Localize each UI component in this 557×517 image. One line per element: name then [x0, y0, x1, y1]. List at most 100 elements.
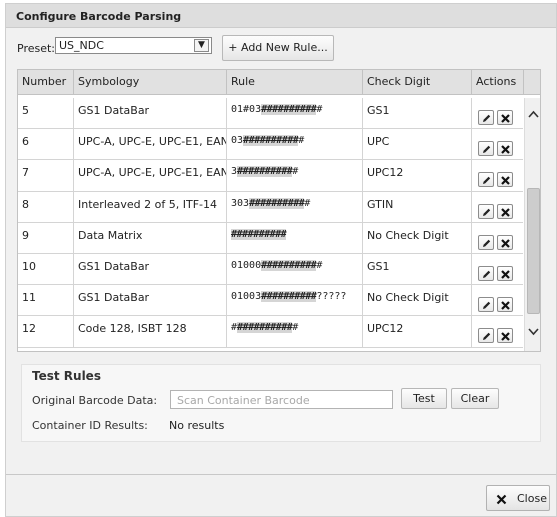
x-icon	[501, 301, 510, 310]
table-header: Number Symbology Rule Check Digit Action…	[18, 70, 540, 95]
rule-suffix: #	[292, 166, 299, 178]
cell-number: 9	[18, 222, 74, 254]
x-icon	[501, 238, 510, 248]
container-results-value: No results	[169, 419, 225, 432]
test-button[interactable]: Test	[401, 388, 447, 409]
preset-select[interactable]: US_NDC ▼	[55, 37, 212, 54]
x-icon	[501, 145, 510, 154]
close-button[interactable]: Close	[486, 485, 550, 511]
rule-hash: ##########	[231, 228, 287, 240]
pencil-icon	[483, 177, 491, 185]
cell-symbology: Data Matrix	[74, 222, 227, 254]
chevron-up-icon[interactable]	[528, 110, 539, 118]
delete-rule-button[interactable]	[497, 203, 513, 219]
cell-rule: 3###########	[227, 160, 363, 192]
test-rules-title: Test Rules	[32, 369, 101, 383]
cell-actions	[472, 285, 523, 316]
edit-rule-button[interactable]	[478, 234, 494, 250]
cell-actions	[472, 160, 523, 191]
cell-symbology: Code 128, ISBT 128	[74, 316, 227, 348]
cell-check-digit: No Check Digit	[363, 222, 472, 254]
table-row[interactable]: 8 Interleaved 2 of 5, ITF-14 303##########…	[18, 191, 523, 223]
rules-table: Number Symbology Rule Check Digit Action…	[17, 69, 541, 352]
cell-check-digit: UPC12	[363, 316, 472, 348]
rule-suffix: #	[298, 135, 305, 147]
scrollbar-thumb[interactable]	[527, 188, 540, 314]
chevron-down-icon[interactable]: ▼	[194, 39, 209, 52]
add-new-rule-button[interactable]: + Add New Rule...	[222, 35, 334, 61]
edit-rule-button[interactable]	[478, 141, 494, 157]
rule-hash: ##########	[249, 197, 305, 209]
preset-value: US_NDC	[59, 39, 104, 52]
cell-rule: 303###########	[227, 191, 363, 223]
delete-rule-button[interactable]	[497, 328, 513, 344]
rule-suffix: #	[304, 197, 311, 209]
rule-suffix: ?????	[316, 291, 347, 303]
footer-divider	[6, 474, 556, 475]
chevron-down-icon[interactable]	[528, 328, 539, 336]
edit-rule-button[interactable]	[478, 265, 494, 281]
pencil-icon	[483, 270, 491, 278]
table-body: 5 GS1 DataBar 01#03########### GS1 6 UPC-A, U…	[18, 98, 523, 348]
table-row[interactable]: 5 GS1 DataBar 01#03########### GS1	[18, 98, 523, 130]
table-row[interactable]: 10 GS1 DataBar 01000########### GS1	[18, 253, 523, 286]
delete-rule-button[interactable]	[497, 110, 513, 125]
rule-prefix: 303	[231, 197, 250, 209]
cell-symbology: GS1 DataBar	[74, 253, 227, 285]
edit-rule-button[interactable]	[478, 203, 494, 219]
pencil-icon	[483, 208, 491, 216]
cell-check-digit: GS1	[363, 98, 472, 129]
clear-button[interactable]: Clear	[451, 388, 499, 409]
original-barcode-label: Original Barcode Data:	[32, 394, 158, 407]
cell-check-digit: GTIN	[363, 191, 472, 223]
cell-rule: 03###########	[227, 129, 363, 161]
table-row[interactable]: 12 Code 128, ISBT 128 ############ UPC12	[18, 316, 523, 348]
cell-symbology: UPC-A, UPC-E, UPC-E1, EAN-8	[74, 160, 227, 192]
edit-rule-button[interactable]	[478, 297, 494, 313]
pencil-icon	[483, 145, 491, 154]
pencil-icon	[483, 333, 491, 341]
delete-rule-button[interactable]	[497, 234, 513, 250]
rule-prefix: 01#03	[231, 104, 262, 115]
close-label: Close	[517, 492, 547, 505]
rule-prefix: 03	[231, 135, 244, 147]
close-icon	[496, 494, 507, 505]
edit-rule-button[interactable]	[478, 110, 494, 125]
table-row[interactable]: 9 Data Matrix ########## No Check Digit	[18, 222, 523, 254]
table-row[interactable]: 11 GS1 DataBar 01003##########????? No Chec…	[18, 285, 523, 317]
edit-rule-button[interactable]	[478, 172, 494, 188]
x-icon	[501, 270, 510, 279]
cell-check-digit: No Check Digit	[363, 285, 472, 317]
rule-hash: ##########	[243, 135, 299, 147]
column-header-actions: Actions	[472, 70, 524, 95]
x-icon	[501, 332, 510, 342]
cell-symbology: Interleaved 2 of 5, ITF-14	[74, 191, 227, 223]
cell-actions	[472, 192, 523, 223]
table-scrollbar[interactable]	[524, 98, 540, 351]
delete-rule-button[interactable]	[497, 172, 513, 188]
dialog-title: Configure Barcode Parsing	[16, 10, 182, 23]
cell-number: 7	[18, 160, 74, 192]
cell-number: 6	[18, 129, 74, 161]
container-results-label: Container ID Results:	[32, 419, 148, 432]
column-header-rule: Rule	[227, 70, 363, 95]
cell-number: 8	[18, 191, 74, 223]
cell-rule: ############	[227, 316, 363, 348]
rule-hash: ##########	[261, 259, 317, 271]
delete-rule-button[interactable]	[497, 141, 513, 157]
configure-barcode-dialog: Configure Barcode Parsing Preset: US_NDC…	[5, 3, 557, 517]
edit-rule-button[interactable]	[478, 328, 494, 344]
delete-rule-button[interactable]	[497, 297, 513, 313]
rule-suffix: #	[292, 322, 299, 334]
barcode-input[interactable]: Scan Container Barcode	[170, 390, 393, 409]
table-row[interactable]: 7 UPC-A, UPC-E, UPC-E1, EAN-8 3###########…	[18, 160, 523, 192]
cell-rule: ##########	[227, 222, 363, 254]
delete-rule-button[interactable]	[497, 265, 513, 281]
cell-number: 12	[18, 316, 74, 348]
column-header-number: Number	[18, 70, 74, 95]
pencil-icon	[483, 114, 491, 122]
cell-check-digit: GS1	[363, 253, 472, 285]
table-row[interactable]: 6 UPC-A, UPC-E, UPC-E1, EAN-8 03##########…	[18, 129, 523, 161]
cell-actions	[472, 129, 523, 160]
cell-rule: 01003##########?????	[227, 285, 363, 317]
